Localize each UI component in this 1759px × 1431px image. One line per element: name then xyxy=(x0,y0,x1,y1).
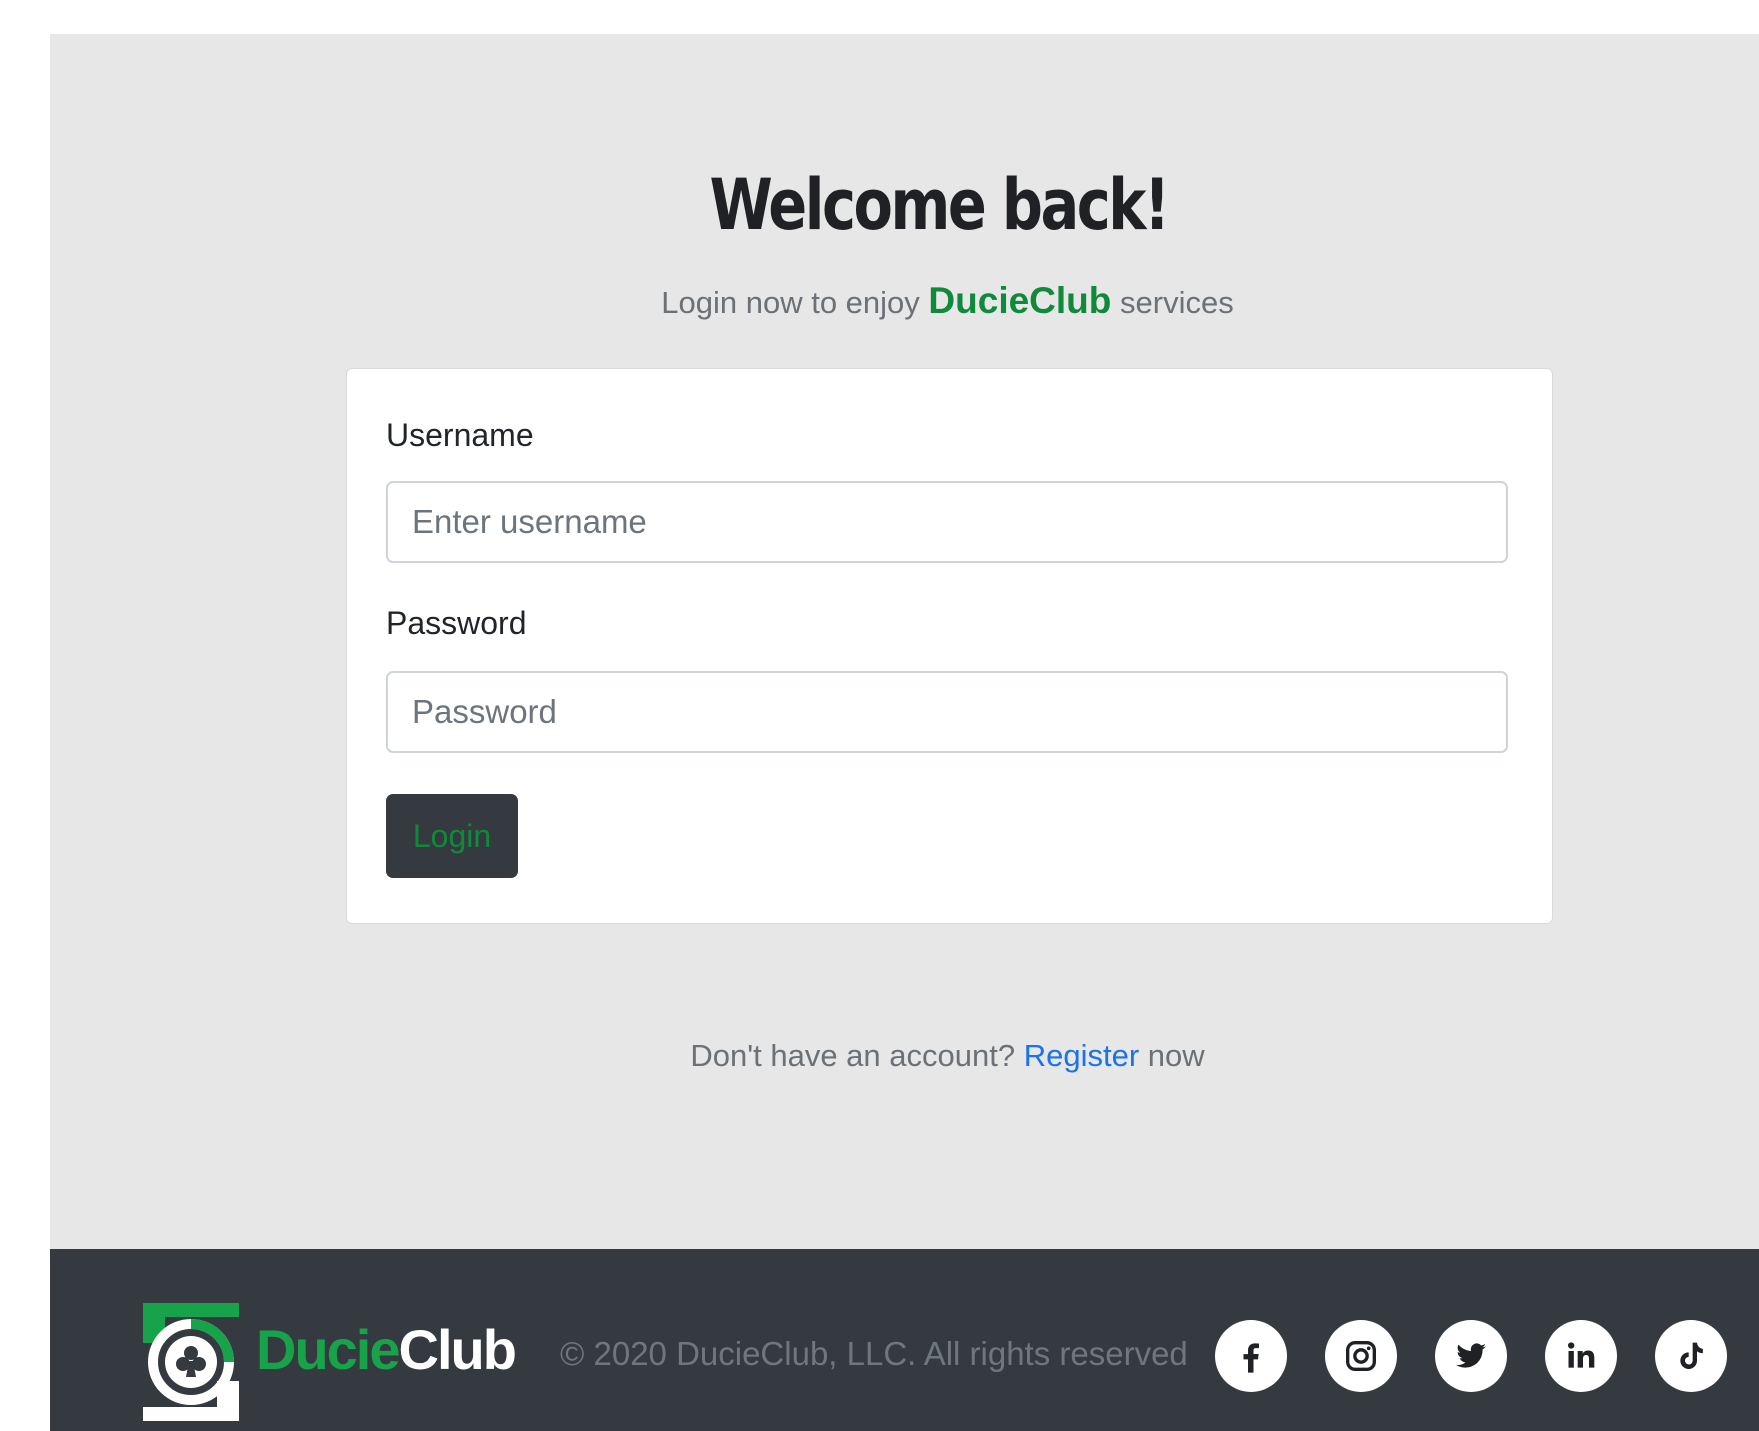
username-label: Username xyxy=(386,417,534,453)
twitter-icon xyxy=(1456,1343,1486,1368)
login-page: Welcome back! Login now to enjoy DucieCl… xyxy=(50,34,1759,1431)
page-title: Welcome back! xyxy=(709,164,1170,246)
subtitle: Login now to enjoy DucieClub services xyxy=(50,280,1759,322)
linkedin-link[interactable] xyxy=(1545,1320,1617,1392)
subtitle-suffix: services xyxy=(1120,285,1234,320)
register-link[interactable]: Register xyxy=(1024,1038,1139,1073)
instagram-link[interactable] xyxy=(1325,1320,1397,1392)
linkedin-icon xyxy=(1568,1342,1595,1368)
password-label: Password xyxy=(386,605,527,641)
login-card: Username Password Login xyxy=(346,368,1553,924)
copyright-text: © 2020 DucieClub, LLC. All rights reserv… xyxy=(560,1335,1188,1372)
facebook-icon xyxy=(1243,1343,1259,1373)
facebook-link[interactable] xyxy=(1215,1320,1287,1392)
ducieclub-logo-icon xyxy=(143,1303,239,1421)
instagram-icon xyxy=(1346,1341,1376,1371)
subtitle-prefix: Login now to enjoy xyxy=(661,285,920,320)
footer-logo-text: DucieClub xyxy=(256,1317,517,1382)
footer: DucieClub © 2020 DucieClub, LLC. All rig… xyxy=(50,1249,1759,1431)
login-button[interactable]: Login xyxy=(386,794,518,878)
logo-text-ducie: Ducie xyxy=(256,1318,400,1381)
register-suffix: now xyxy=(1147,1038,1205,1073)
twitter-link[interactable] xyxy=(1435,1320,1507,1392)
social-links xyxy=(1215,1320,1727,1392)
subtitle-brand: DucieClub xyxy=(928,280,1112,321)
password-input[interactable] xyxy=(386,671,1508,753)
register-prefix: Don't have an account? xyxy=(690,1038,1016,1073)
logo-text-club: Club xyxy=(398,1318,517,1381)
tiktok-icon xyxy=(1680,1342,1703,1369)
tiktok-link[interactable] xyxy=(1655,1320,1727,1392)
username-input[interactable] xyxy=(386,481,1508,563)
register-prompt: Don't have an account? Register now xyxy=(50,1038,1759,1074)
